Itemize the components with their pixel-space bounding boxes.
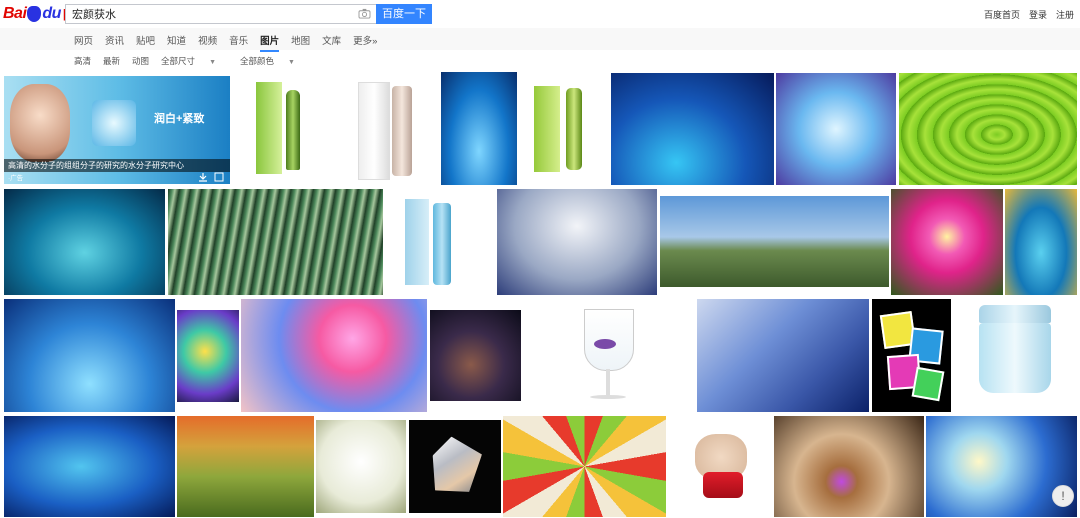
image-result[interactable]: [236, 76, 336, 184]
search-button[interactable]: 百度一下: [376, 4, 432, 24]
image-result[interactable]: [872, 299, 951, 412]
share-icon[interactable]: [214, 172, 224, 182]
image-result[interactable]: [316, 420, 406, 513]
tab-more[interactable]: 更多»: [353, 33, 377, 52]
ad-label: ·广告: [8, 175, 24, 182]
filter-size[interactable]: 全部尺寸 ▼: [161, 55, 228, 67]
filter-hd[interactable]: 高清: [74, 55, 91, 67]
filter-color[interactable]: 全部颜色 ▼: [240, 55, 307, 67]
tab-zhidao[interactable]: 知道: [167, 33, 186, 52]
image-result[interactable]: [409, 420, 501, 513]
top-links: 百度首页 登录 注册: [984, 8, 1074, 21]
tab-music[interactable]: 音乐: [229, 33, 248, 52]
download-icon[interactable]: [198, 172, 208, 182]
search-input[interactable]: [66, 5, 358, 23]
tab-tieba[interactable]: 贴吧: [136, 33, 155, 52]
image-result[interactable]: [524, 299, 695, 412]
image-result[interactable]: [497, 189, 657, 295]
logo-bai-text: Bai: [3, 5, 27, 22]
chevron-down-icon: ▼: [209, 59, 216, 66]
tab-news[interactable]: 资讯: [105, 33, 124, 52]
ad-banner-text: 润白+紧致: [154, 113, 205, 125]
image-result[interactable]: [776, 73, 896, 185]
image-result[interactable]: [520, 76, 606, 184]
image-result[interactable]: [4, 416, 175, 517]
image-result[interactable]: [697, 299, 869, 412]
top-link-login[interactable]: 登录: [1029, 8, 1047, 21]
filter-size-label: 全部尺寸: [161, 56, 196, 66]
top-bar: Bai du 图片 百度一下 百度首页 登录 注册: [0, 0, 1080, 28]
chevron-down-icon: ▼: [288, 59, 295, 66]
logo-du-text: du: [42, 5, 61, 22]
camera-icon[interactable]: [358, 8, 371, 19]
image-result[interactable]: [430, 310, 521, 401]
tab-wenku[interactable]: 文库: [322, 33, 341, 52]
image-result[interactable]: [168, 189, 383, 295]
image-result[interactable]: [669, 416, 771, 517]
image-result[interactable]: [611, 73, 774, 185]
top-link-home[interactable]: 百度首页: [984, 8, 1020, 21]
image-result[interactable]: [503, 416, 666, 517]
nav-tabs: 网页 资讯 贴吧 知道 视频 音乐 图片 地图 文库 更多»: [74, 33, 389, 52]
filter-latest[interactable]: 最新: [103, 55, 120, 67]
filter-bar: 高清 最新 动图 全部尺寸 ▼ 全部颜色 ▼: [74, 55, 319, 67]
tab-web[interactable]: 网页: [74, 33, 93, 52]
image-result[interactable]: [340, 76, 438, 184]
image-result[interactable]: [955, 299, 1077, 412]
nav-bar: 网页 资讯 贴吧 知道 视频 音乐 图片 地图 文库 更多»: [0, 28, 1080, 52]
image-result[interactable]: [774, 416, 924, 517]
image-result[interactable]: [899, 73, 1077, 185]
image-result[interactable]: [241, 299, 427, 412]
top-link-register[interactable]: 注册: [1056, 8, 1074, 21]
image-result[interactable]: [891, 189, 1003, 295]
tab-map[interactable]: 地图: [291, 33, 310, 52]
image-result[interactable]: [660, 196, 889, 287]
image-result[interactable]: [441, 72, 517, 185]
image-result[interactable]: [387, 189, 493, 295]
image-result[interactable]: [4, 299, 175, 412]
tab-video[interactable]: 视频: [198, 33, 217, 52]
image-result[interactable]: [1005, 189, 1077, 295]
image-result[interactable]: [4, 189, 165, 295]
image-result[interactable]: [177, 310, 239, 402]
tab-images[interactable]: 图片: [260, 33, 280, 52]
ad-title: 高清的水分子的组组分子的研究的水分子研究中心: [4, 159, 230, 172]
filter-animated[interactable]: 动图: [132, 55, 149, 67]
filter-color-label: 全部颜色: [240, 56, 275, 66]
search-box: [65, 4, 377, 24]
image-result[interactable]: [177, 416, 314, 517]
help-button[interactable]: !: [1052, 485, 1074, 507]
image-result-ad[interactable]: 润白+紧致 高清的水分子的组组分子的研究的水分子研究中心 ·广告: [4, 76, 230, 184]
paw-icon: [27, 6, 42, 22]
